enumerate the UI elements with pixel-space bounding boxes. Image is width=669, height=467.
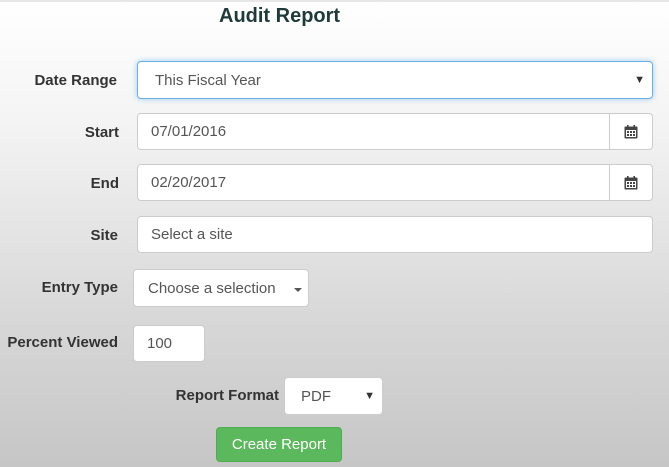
end-label: End xyxy=(90,175,119,192)
percent-viewed-input[interactable]: 100 xyxy=(133,325,205,362)
page-title: Audit Report xyxy=(219,5,341,27)
site-select[interactable]: Select a site xyxy=(137,216,653,253)
calendar-icon xyxy=(624,124,638,138)
end-date-value: 02/20/2017 xyxy=(151,174,227,191)
percent-viewed-label: Percent Viewed xyxy=(7,334,118,351)
date-range-select[interactable]: This Fiscal Year ▼ xyxy=(137,61,653,99)
date-range-value: This Fiscal Year xyxy=(155,71,261,89)
end-date-input[interactable]: 02/20/2017 xyxy=(137,164,610,201)
date-range-label: Date Range xyxy=(34,72,117,89)
entry-type-dropdown[interactable]: Choose a selection xyxy=(133,269,309,307)
start-label: Start xyxy=(84,124,119,141)
entry-type-value: Choose a selection xyxy=(148,279,276,297)
start-date-value: 07/01/2016 xyxy=(151,123,227,140)
percent-viewed-value: 100 xyxy=(147,335,173,352)
start-calendar-button[interactable] xyxy=(610,113,653,150)
entry-type-label: Entry Type xyxy=(41,279,118,296)
start-date-input[interactable]: 07/01/2016 xyxy=(137,113,610,150)
caret-down-icon: ▼ xyxy=(364,390,375,402)
caret-down-icon xyxy=(294,288,302,292)
report-format-label: Report Format xyxy=(175,387,279,404)
calendar-icon xyxy=(624,175,638,189)
site-label: Site xyxy=(90,227,118,244)
report-format-value: PDF xyxy=(301,387,331,405)
top-divider xyxy=(0,0,669,2)
end-calendar-button[interactable] xyxy=(610,164,653,201)
create-report-button[interactable]: Create Report xyxy=(216,427,342,462)
report-format-select[interactable]: PDF ▼ xyxy=(284,377,383,415)
caret-down-icon: ▼ xyxy=(634,74,645,86)
site-placeholder: Select a site xyxy=(151,226,233,243)
